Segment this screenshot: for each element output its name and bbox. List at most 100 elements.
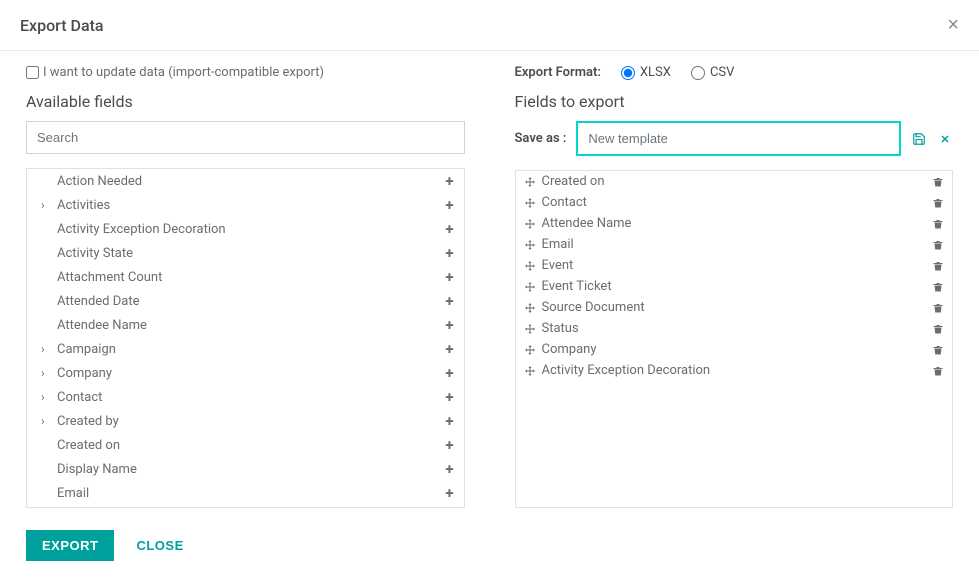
add-field-icon[interactable]: + — [438, 412, 456, 430]
available-field-row[interactable]: ›Contact+ — [27, 385, 464, 409]
chevron-right-icon[interactable]: › — [41, 198, 55, 212]
chevron-right-icon[interactable]: › — [41, 390, 55, 404]
available-field-row[interactable]: Action Needed+ — [27, 169, 464, 193]
format-option-xlsx[interactable]: XLSX — [621, 65, 671, 80]
export-field-row[interactable]: Company — [516, 339, 953, 360]
add-field-icon[interactable]: + — [438, 436, 456, 454]
export-format-label: Export Format: — [515, 65, 601, 80]
chevron-right-icon[interactable]: › — [41, 342, 55, 356]
export-field-label: Status — [542, 321, 933, 336]
export-modal: Export Data × I want to update data (imp… — [0, 0, 979, 579]
drag-handle-icon[interactable] — [524, 365, 536, 377]
export-field-row[interactable]: Created on — [516, 171, 953, 192]
export-field-label: Event Ticket — [542, 279, 933, 294]
available-field-row[interactable]: ›Created by+ — [27, 409, 464, 433]
drag-handle-icon[interactable] — [524, 239, 536, 251]
export-field-row[interactable]: Status — [516, 318, 953, 339]
remove-field-icon[interactable] — [932, 176, 944, 188]
remove-field-icon[interactable] — [932, 365, 944, 377]
modal-body: I want to update data (import-compatible… — [0, 51, 979, 518]
add-field-icon[interactable]: + — [438, 484, 456, 502]
drag-handle-icon[interactable] — [524, 197, 536, 209]
export-field-label: Activity Exception Decoration — [542, 363, 933, 378]
available-field-row[interactable]: Attendee Name+ — [27, 313, 464, 337]
remove-field-icon[interactable] — [932, 260, 944, 272]
drag-handle-icon[interactable] — [524, 176, 536, 188]
field-label: Display Name — [57, 462, 438, 477]
field-label: Contact — [57, 390, 438, 405]
add-field-icon[interactable]: + — [438, 268, 456, 286]
add-field-icon[interactable]: + — [438, 292, 456, 310]
export-button[interactable]: EXPORT — [26, 530, 114, 561]
add-field-icon[interactable]: + — [438, 220, 456, 238]
export-field-row[interactable]: Email — [516, 234, 953, 255]
field-label: Attendee Name — [57, 318, 438, 333]
add-field-icon[interactable]: + — [438, 388, 456, 406]
radio-xlsx[interactable] — [621, 66, 635, 80]
remove-field-icon[interactable] — [932, 344, 944, 356]
close-icon[interactable]: × — [947, 15, 959, 35]
drag-handle-icon[interactable] — [524, 218, 536, 230]
available-field-row[interactable]: ›Campaign+ — [27, 337, 464, 361]
add-field-icon[interactable]: + — [438, 244, 456, 262]
saveas-label: Save as : — [515, 131, 567, 146]
remove-field-icon[interactable] — [932, 197, 944, 209]
drag-handle-icon[interactable] — [524, 323, 536, 335]
available-fields-list[interactable]: Action Needed+›Activities+Activity Excep… — [26, 168, 465, 508]
remove-field-icon[interactable] — [932, 323, 944, 335]
delete-template-icon[interactable] — [937, 131, 953, 147]
remove-field-icon[interactable] — [932, 218, 944, 230]
add-field-icon[interactable]: + — [438, 364, 456, 382]
radio-csv-label: CSV — [710, 65, 734, 80]
remove-field-icon[interactable] — [932, 281, 944, 293]
add-field-icon[interactable]: + — [438, 316, 456, 334]
drag-handle-icon[interactable] — [524, 281, 536, 293]
add-field-icon[interactable]: + — [438, 460, 456, 478]
field-label: Email — [57, 486, 438, 501]
available-field-row[interactable]: Email+ — [27, 481, 464, 505]
export-field-row[interactable]: Event — [516, 255, 953, 276]
available-field-row[interactable]: Activity State+ — [27, 241, 464, 265]
export-field-row[interactable]: Source Document — [516, 297, 953, 318]
chevron-right-icon[interactable]: › — [41, 366, 55, 380]
export-field-row[interactable]: Attendee Name — [516, 213, 953, 234]
remove-field-icon[interactable] — [932, 239, 944, 251]
available-fields-title: Available fields — [26, 92, 465, 111]
search-input[interactable] — [26, 121, 465, 154]
radio-xlsx-label: XLSX — [640, 65, 671, 80]
export-field-label: Attendee Name — [542, 216, 933, 231]
field-label: Campaign — [57, 342, 438, 357]
available-field-row[interactable]: Activity Exception Decoration+ — [27, 217, 464, 241]
radio-csv[interactable] — [691, 66, 705, 80]
chevron-right-icon[interactable]: › — [41, 414, 55, 428]
available-field-row[interactable]: ›Activities+ — [27, 193, 464, 217]
export-field-label: Created on — [542, 174, 933, 189]
format-option-csv[interactable]: CSV — [691, 65, 734, 80]
close-button[interactable]: CLOSE — [128, 530, 191, 561]
export-field-row[interactable]: Event Ticket — [516, 276, 953, 297]
field-label: Action Needed — [57, 174, 438, 189]
remove-field-icon[interactable] — [932, 302, 944, 314]
export-field-row[interactable]: Contact — [516, 192, 953, 213]
export-field-row[interactable]: Activity Exception Decoration — [516, 360, 953, 381]
available-field-row[interactable]: ›Event+ — [27, 505, 464, 508]
available-field-row[interactable]: ›Company+ — [27, 361, 464, 385]
export-fields-list[interactable]: Created on Contact Attendee Name Email Event… — [515, 170, 954, 508]
add-field-icon[interactable]: + — [438, 340, 456, 358]
export-field-label: Contact — [542, 195, 933, 210]
import-compatible-checkbox[interactable] — [26, 66, 39, 79]
export-field-label: Email — [542, 237, 933, 252]
available-field-row[interactable]: Attachment Count+ — [27, 265, 464, 289]
export-field-label: Event — [542, 258, 933, 273]
template-name-input[interactable] — [576, 121, 901, 156]
drag-handle-icon[interactable] — [524, 302, 536, 314]
drag-handle-icon[interactable] — [524, 260, 536, 272]
available-field-row[interactable]: Created on+ — [27, 433, 464, 457]
add-field-icon[interactable]: + — [438, 172, 456, 190]
save-template-icon[interactable] — [911, 131, 927, 147]
available-field-row[interactable]: Display Name+ — [27, 457, 464, 481]
import-compatible-checkbox-row[interactable]: I want to update data (import-compatible… — [26, 65, 465, 80]
add-field-icon[interactable]: + — [438, 196, 456, 214]
available-field-row[interactable]: Attended Date+ — [27, 289, 464, 313]
drag-handle-icon[interactable] — [524, 344, 536, 356]
